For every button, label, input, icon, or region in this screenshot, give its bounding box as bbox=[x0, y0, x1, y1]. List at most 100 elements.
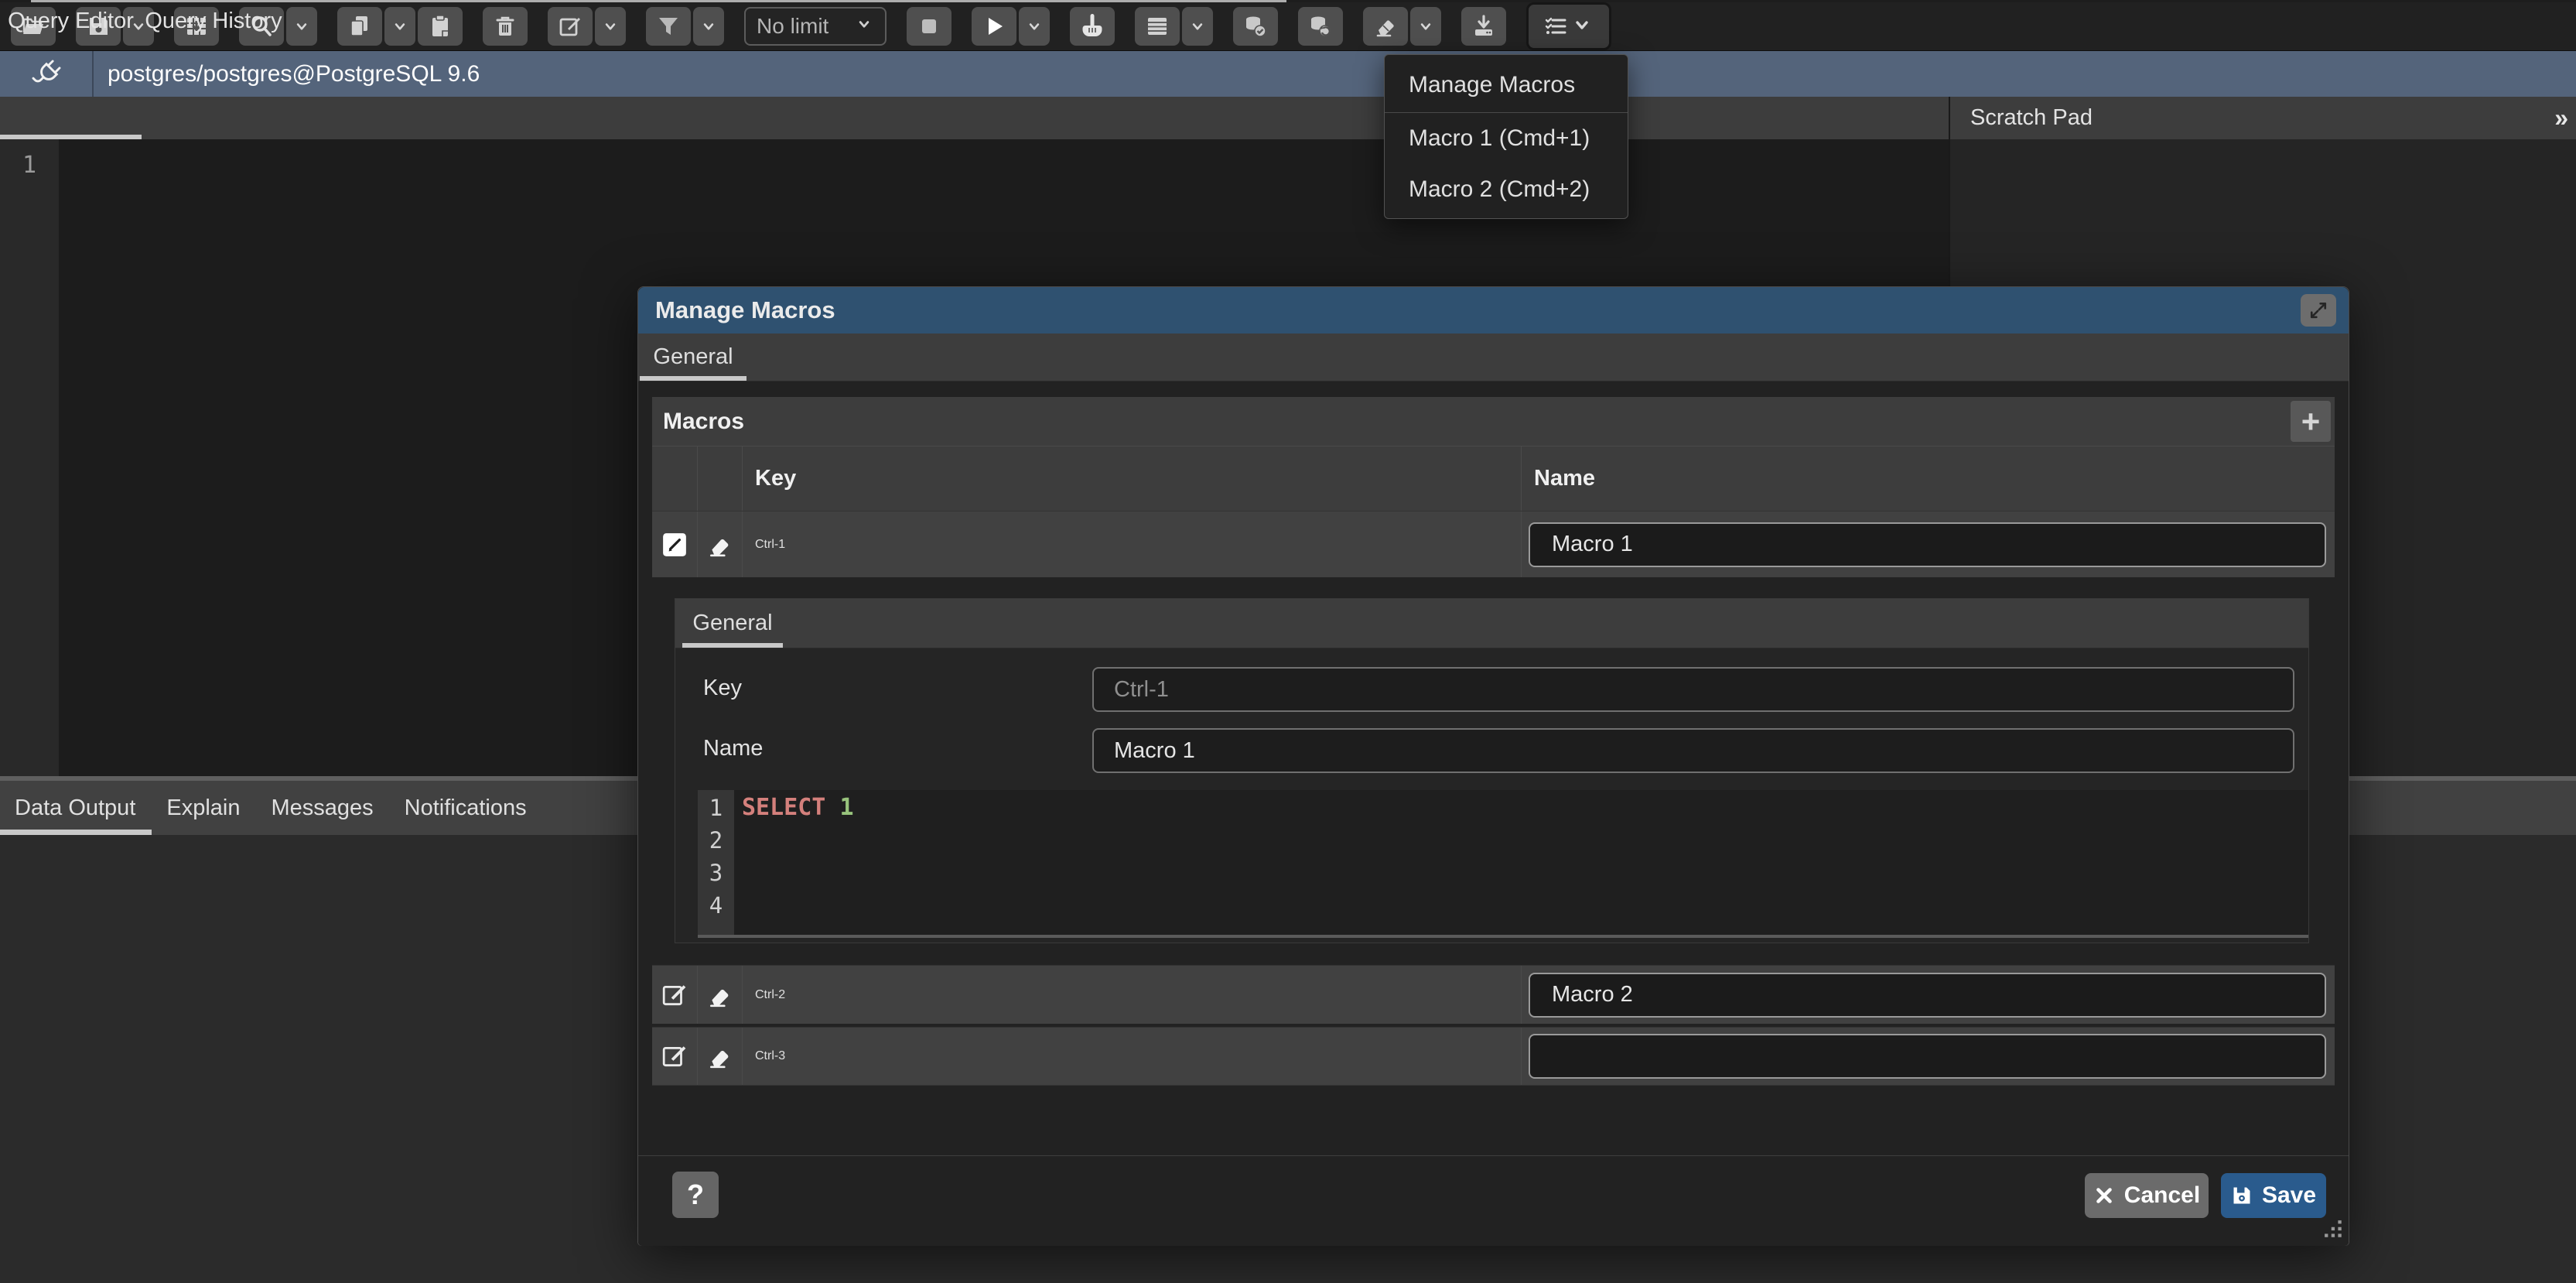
sql-line-number: 3 bbox=[698, 857, 734, 889]
menu-item-macro-1[interactable]: Macro 1 (Cmd+1) bbox=[1385, 113, 1628, 164]
cancel-label: Cancel bbox=[2124, 1182, 2200, 1209]
editor-line-number: 1 bbox=[22, 152, 36, 179]
manage-macros-dialog: Manage Macros General Macros + Key Name bbox=[637, 286, 2349, 1246]
commit-button[interactable] bbox=[1233, 7, 1278, 46]
connection-plug-cell[interactable] bbox=[0, 51, 92, 97]
expand-row-button[interactable] bbox=[652, 966, 698, 1024]
macro-row-3: Ctrl-3 bbox=[652, 1027, 2335, 1086]
delete-button[interactable] bbox=[483, 7, 528, 46]
header-name-column: Name bbox=[1522, 446, 2335, 511]
clear-options-chevron[interactable] bbox=[1410, 7, 1441, 46]
dialog-tab-bar: General bbox=[638, 334, 2349, 381]
sql-keyword-token: SELECT bbox=[742, 794, 825, 821]
stop-icon bbox=[917, 14, 941, 39]
macro-name-cell bbox=[1522, 966, 2335, 1024]
explain-analyze-button[interactable] bbox=[1135, 7, 1180, 46]
connection-label: postgres/postgres@PostgreSQL 9.6 bbox=[108, 61, 480, 87]
macro-name-input[interactable] bbox=[1529, 973, 2326, 1018]
active-results-tab-underline bbox=[0, 830, 152, 835]
menu-item-macro-2[interactable]: Macro 2 (Cmd+2) bbox=[1385, 164, 1628, 215]
rollback-button[interactable] bbox=[1298, 7, 1343, 46]
scratch-pad-collapse-button[interactable]: » bbox=[2554, 97, 2568, 139]
macros-section-title: Macros bbox=[663, 409, 744, 435]
chevron-down-icon bbox=[292, 16, 312, 36]
paste-button[interactable] bbox=[418, 7, 463, 46]
query-tool-window: No limit bbox=[0, 0, 2576, 1283]
add-macro-button[interactable]: + bbox=[2291, 401, 2331, 442]
dialog-tab-general[interactable]: General bbox=[638, 334, 748, 381]
explain-button[interactable] bbox=[1070, 7, 1115, 46]
edit-row-icon bbox=[661, 982, 688, 1008]
edit-button[interactable] bbox=[548, 7, 593, 46]
chevron-down-icon bbox=[600, 16, 620, 36]
paste-icon bbox=[428, 14, 453, 39]
resize-grip[interactable] bbox=[2324, 1220, 2344, 1240]
help-button[interactable]: ? bbox=[672, 1172, 719, 1218]
tab-data-output[interactable]: Data Output bbox=[15, 795, 135, 821]
key-field-label: Key bbox=[703, 676, 742, 701]
row-limit-select[interactable]: No limit bbox=[744, 7, 887, 46]
dialog-title-bar[interactable]: Manage Macros bbox=[638, 287, 2349, 334]
eraser-icon bbox=[707, 1043, 733, 1069]
download-results-button[interactable] bbox=[1461, 7, 1506, 46]
save-button[interactable]: Save bbox=[2221, 1173, 2326, 1218]
copy-icon bbox=[347, 14, 372, 39]
chevron-down-icon bbox=[390, 16, 410, 36]
clear-row-button[interactable] bbox=[698, 1028, 743, 1085]
detail-tab-bar: General bbox=[675, 599, 2308, 648]
clear-row-button[interactable] bbox=[698, 511, 743, 577]
detail-tab-general[interactable]: General bbox=[682, 599, 783, 648]
tab-query-history[interactable]: Query History bbox=[142, 0, 285, 43]
header-clear-column bbox=[698, 446, 743, 511]
expand-row-button[interactable] bbox=[652, 1028, 698, 1085]
macro-sql-editor[interactable]: 1 2 3 4 SELECT 1 bbox=[698, 790, 2308, 938]
tab-explain[interactable]: Explain bbox=[166, 795, 240, 821]
find-options-chevron[interactable] bbox=[286, 7, 317, 46]
name-field-input[interactable] bbox=[1092, 728, 2294, 773]
filter-button[interactable] bbox=[646, 7, 691, 46]
save-label: Save bbox=[2262, 1182, 2316, 1209]
connection-separator bbox=[92, 51, 94, 97]
tab-notifications[interactable]: Notifications bbox=[405, 795, 527, 821]
sql-line-number: 1 bbox=[698, 792, 734, 824]
macro-key-cell: Ctrl-2 bbox=[743, 966, 1522, 1024]
edit-options-chevron[interactable] bbox=[595, 7, 626, 46]
cancel-button[interactable]: Cancel bbox=[2085, 1173, 2209, 1218]
collapse-row-button[interactable] bbox=[652, 511, 698, 577]
macro-row-2: Ctrl-2 bbox=[652, 965, 2335, 1024]
plug-icon bbox=[29, 56, 64, 92]
table-rows-icon bbox=[1145, 14, 1170, 39]
macro-key-cell: Ctrl-3 bbox=[743, 1028, 1522, 1085]
copy-options-chevron[interactable] bbox=[384, 7, 415, 46]
dialog-expand-button[interactable] bbox=[2301, 294, 2336, 327]
macro-row-1: Ctrl-1 bbox=[652, 511, 2335, 577]
macros-section-header: Macros + bbox=[652, 397, 2335, 446]
macros-button[interactable] bbox=[1526, 2, 1611, 50]
chevron-down-icon bbox=[1187, 16, 1208, 36]
cancel-query-button[interactable] bbox=[907, 7, 951, 46]
explain-options-chevron[interactable] bbox=[1182, 7, 1213, 46]
header-edit-column bbox=[652, 446, 698, 511]
copy-button[interactable] bbox=[337, 7, 382, 46]
tab-query-editor[interactable]: Query Editor bbox=[0, 0, 142, 43]
filter-options-chevron[interactable] bbox=[693, 7, 724, 46]
execute-options-chevron[interactable] bbox=[1019, 7, 1050, 46]
row-limit-value: No limit bbox=[757, 14, 828, 39]
sql-line-gutter: 1 2 3 4 bbox=[698, 790, 734, 935]
dialog-footer: ? Cancel Save bbox=[638, 1155, 2349, 1246]
menu-item-manage-macros[interactable]: Manage Macros bbox=[1385, 58, 1628, 112]
database-check-icon bbox=[1243, 14, 1268, 39]
macro-name-cell bbox=[1522, 1028, 2335, 1085]
pencil-square-icon bbox=[558, 14, 583, 39]
tab-messages[interactable]: Messages bbox=[272, 795, 374, 821]
clear-row-button[interactable] bbox=[698, 966, 743, 1024]
clear-button[interactable] bbox=[1363, 7, 1408, 46]
key-field-input[interactable] bbox=[1092, 667, 2294, 712]
chevron-down-icon bbox=[1570, 12, 1594, 41]
sql-code: SELECT 1 bbox=[734, 790, 854, 935]
macro-name-input[interactable] bbox=[1529, 1034, 2326, 1079]
dialog-active-tab-underline bbox=[640, 376, 746, 381]
execute-button[interactable] bbox=[972, 7, 1016, 46]
macro-name-input[interactable] bbox=[1529, 522, 2326, 567]
editor-tab-bar bbox=[0, 97, 2576, 139]
